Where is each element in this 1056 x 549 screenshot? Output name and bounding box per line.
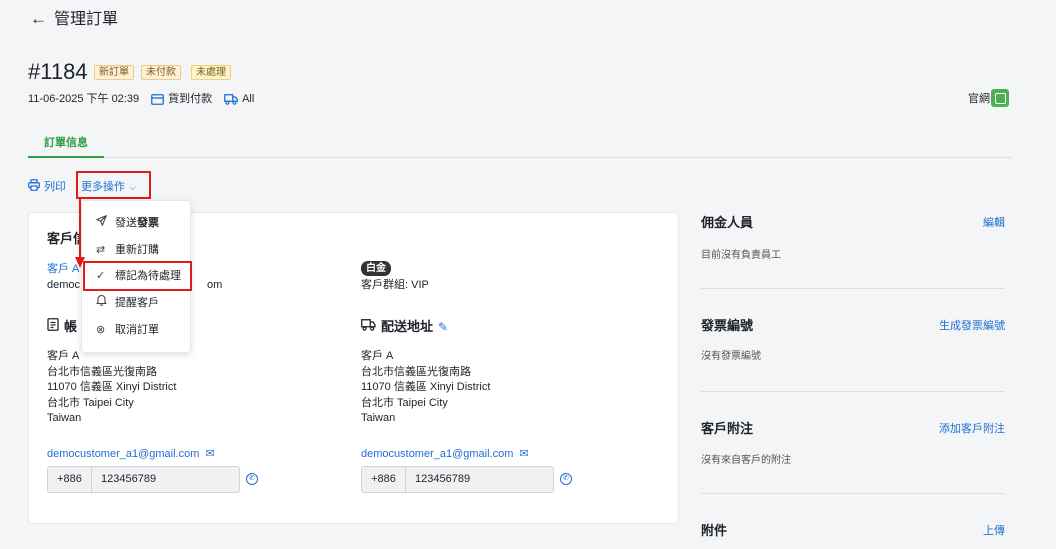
shipping-title-text: 配送地址 — [381, 319, 434, 334]
mail-icon: ✉ — [205, 448, 215, 460]
annotation-highlight-mark-pending — [83, 261, 192, 291]
shipping-address-title: 配送地址 ✎ — [361, 318, 448, 336]
send-icon — [96, 210, 110, 236]
sidebar-divider — [701, 391, 1005, 392]
bell-icon — [96, 290, 110, 316]
menu-item-label: 取消訂單 — [115, 324, 159, 336]
billing-email-link[interactable]: democustomer_a1@gmail.com ✉ — [47, 447, 215, 461]
cancel-circle-icon: ⊗ — [96, 324, 106, 336]
print-label: 列印 — [44, 181, 66, 193]
order-datetime: 11-06-2025 下午 02:39 — [28, 93, 140, 105]
billing-address-block: 客戶 A 台北市信義區光復南路 11070 信義區 Xinyi District… — [47, 349, 176, 427]
tabs-divider — [28, 157, 1012, 158]
sidebar-divider — [701, 288, 1005, 289]
menu-item-remind-customer[interactable]: 提醒客戶 — [82, 290, 192, 316]
shipping-email-text: democustomer_a1@gmail.com — [361, 448, 514, 460]
billing-phone-field[interactable]: +886 123456789 — [47, 466, 240, 493]
menu-item-cancel-order[interactable]: ⊗ 取消訂單 — [82, 317, 192, 343]
mail-icon: ✉ — [519, 448, 529, 460]
delivery-option: All — [242, 93, 255, 105]
tab-order-info[interactable]: 訂單信息 — [44, 135, 88, 151]
shipping-address-line: 客戶 A — [361, 350, 394, 362]
billing-address-line: 11070 信義區 Xinyi District — [47, 381, 177, 393]
truck-icon — [361, 318, 376, 336]
phone-number: 123456789 — [415, 473, 471, 485]
billing-address-line: Taiwan — [47, 412, 82, 424]
annotation-arrow-line — [79, 199, 81, 259]
commission-edit-link[interactable]: 編輯 — [905, 216, 1005, 230]
upload-link[interactable]: 上傳 — [905, 524, 1005, 538]
order-source-label: 官網 — [968, 93, 990, 105]
commission-text: 目前沒有負責員工 — [701, 250, 781, 261]
annotation-highlight-more-actions — [76, 171, 151, 199]
customer-email-end: om — [207, 279, 223, 291]
whatsapp-icon[interactable]: ✆ — [246, 473, 258, 485]
menu-item-label: 提醒客戶 — [115, 297, 159, 309]
status-badge-new: 新訂單 — [94, 65, 134, 80]
annotation-arrow-head — [75, 257, 85, 268]
repeat-icon: ⇄ — [96, 244, 106, 256]
country-code: +886 — [362, 467, 406, 492]
menu-item-reorder[interactable]: ⇄ 重新訂購 — [82, 237, 192, 263]
tab-active-indicator — [28, 156, 104, 158]
shipping-address-line: 11070 信義區 Xinyi District — [361, 381, 491, 393]
document-icon — [47, 318, 59, 336]
shipping-phone-field[interactable]: +886 123456789 — [361, 466, 554, 493]
billing-email-text: democustomer_a1@gmail.com — [47, 448, 200, 460]
generate-invoice-link[interactable]: 生成發票編號 — [885, 319, 1005, 333]
attachments-title: 附件 — [701, 523, 728, 538]
print-button[interactable]: 列印 — [28, 179, 66, 195]
menu-item-label: 重新訂購 — [115, 244, 159, 256]
customer-note-text: 沒有來自客戶的附注 — [701, 455, 791, 466]
status-badge-unprocessed: 未處理 — [191, 65, 231, 80]
billing-address-line: 台北市信義區光復南路 — [47, 365, 157, 378]
truck-icon — [224, 93, 238, 105]
order-meta: 11-06-2025 下午 02:39 貨到付款 All — [28, 91, 254, 107]
storefront-icon — [991, 89, 1009, 107]
back-arrow-icon[interactable]: ← — [30, 9, 47, 29]
status-badge-unpaid: 未付款 — [141, 65, 181, 80]
page-title: 管理訂單 — [54, 11, 119, 28]
shipping-address-block: 客戶 A 台北市信義區光復南路 11070 信義區 Xinyi District… — [361, 349, 490, 427]
sidebar-divider — [701, 493, 1005, 494]
membership-tier-badge: 白金 — [361, 261, 391, 276]
shipping-email-link[interactable]: democustomer_a1@gmail.com ✉ — [361, 447, 529, 461]
billing-title-text: 帳 — [64, 319, 78, 334]
credit-card-icon — [151, 93, 164, 105]
invoice-number-text: 沒有發票編號 — [701, 351, 761, 362]
pencil-icon[interactable]: ✎ — [438, 318, 448, 336]
customer-group: 客戶群組: VIP — [361, 279, 429, 291]
order-number: #1184 — [28, 59, 88, 84]
whatsapp-icon[interactable]: ✆ — [560, 473, 572, 485]
country-code: +886 — [48, 467, 92, 492]
payment-method: 貨到付款 — [168, 93, 213, 105]
add-customer-note-link[interactable]: 添加客戶附注 — [885, 422, 1005, 436]
phone-number: 123456789 — [101, 473, 157, 485]
menu-item-send-invoice[interactable]: 發送 發票 — [82, 210, 192, 236]
billing-address-title: 帳 — [47, 318, 77, 336]
printer-icon — [28, 179, 40, 195]
invoice-number-title: 發票編號 — [701, 318, 754, 333]
shipping-address-line: 台北市信義區光復南路 — [361, 365, 471, 378]
shipping-address-line: 台北市 Taipei City — [361, 396, 448, 409]
menu-item-label-bold: 發票 — [137, 217, 159, 229]
customer-email-start: democ — [47, 279, 81, 291]
customer-note-title: 客戶附注 — [701, 421, 754, 436]
commission-title: 佣金人員 — [701, 215, 754, 230]
billing-address-line: 台北市 Taipei City — [47, 396, 134, 409]
menu-item-label: 發送 — [115, 217, 137, 229]
shipping-address-line: Taiwan — [361, 412, 396, 424]
